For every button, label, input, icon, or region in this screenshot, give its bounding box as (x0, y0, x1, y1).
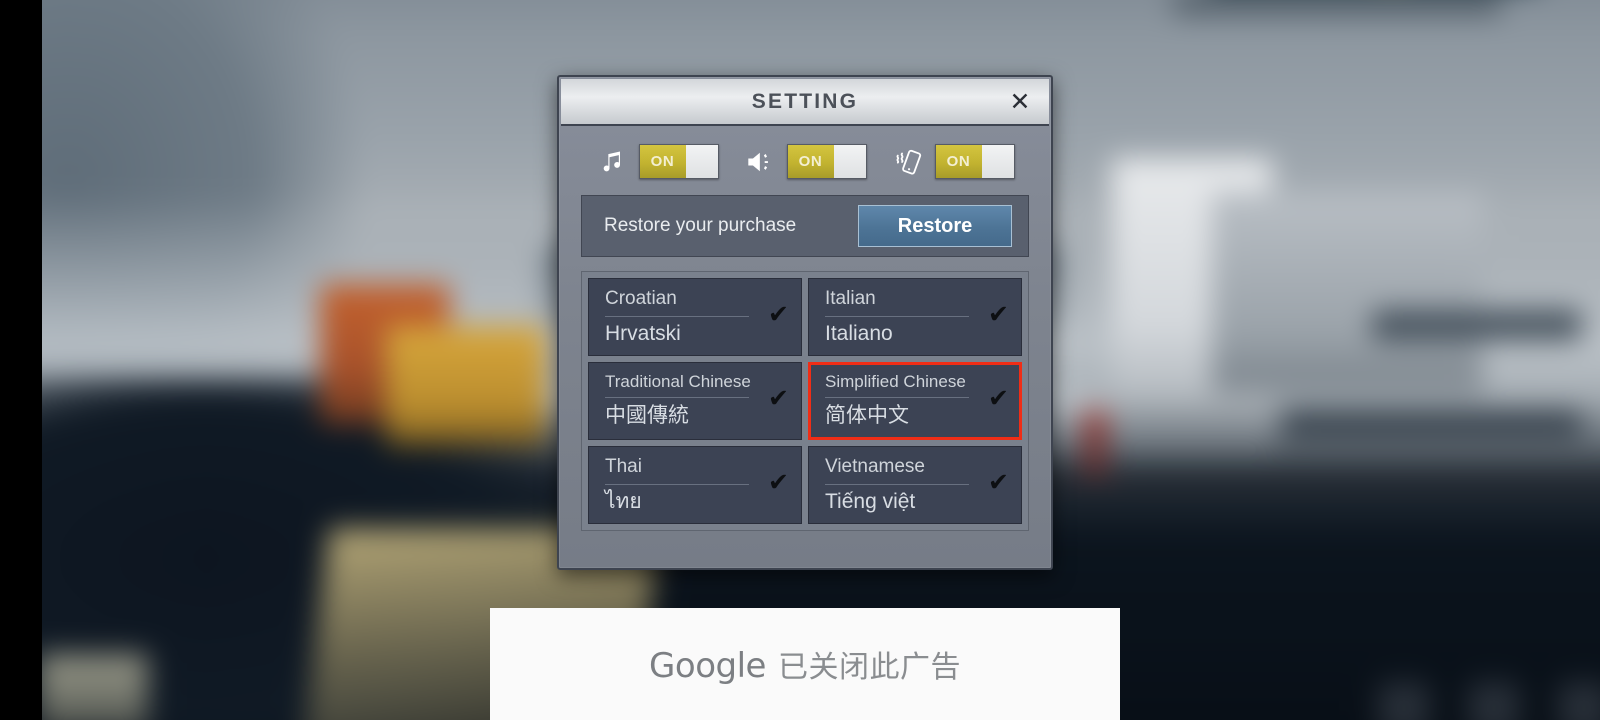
language-option-simplified-chinese[interactable]: Simplified Chinese 简体中文 ✔ (808, 362, 1022, 440)
language-english-name: Thai (605, 453, 749, 485)
language-english-name: Simplified Chinese (825, 369, 969, 398)
language-english-name: Italian (825, 285, 969, 317)
language-english-name: Traditional Chinese (605, 369, 751, 398)
check-icon: ✔ (988, 383, 1009, 413)
vibration-switch-knob[interactable] (981, 145, 1014, 178)
hud-button-1 (1378, 682, 1430, 720)
check-icon: ✔ (768, 299, 789, 329)
game-minimap (42, 654, 148, 720)
toggle-row: ON ON ON (559, 126, 1051, 191)
screen-root: SETTING ✕ ON ON ON Restore your purchase… (0, 0, 1600, 720)
google-logo-text: Google (649, 646, 766, 686)
language-native-name: Italiano (825, 321, 893, 345)
background-yellow-object (386, 326, 546, 447)
language-english-name: Croatian (605, 285, 749, 317)
language-english-name: Vietnamese (825, 453, 969, 485)
music-switch-knob[interactable] (685, 145, 718, 178)
hud-button-2 (1468, 682, 1520, 720)
music-switch-state: ON (639, 145, 686, 178)
sound-switch-knob[interactable] (833, 145, 866, 178)
sound-switch[interactable]: ON (786, 144, 867, 179)
restore-button[interactable]: Restore (858, 205, 1012, 247)
background-building-grey (1212, 192, 1482, 392)
google-ad-banner[interactable]: Google 已关闭此广告 (490, 608, 1120, 720)
background-strip-2 (1372, 309, 1582, 340)
language-native-name: ไทย (605, 489, 642, 513)
music-switch[interactable]: ON (638, 144, 719, 179)
ad-message-row: Google 已关闭此广告 (649, 642, 961, 686)
language-native-name: 中國傳統 (605, 402, 689, 427)
language-grid: Croatian Hrvatski ✔ Italian Italiano ✔ T… (581, 271, 1029, 531)
language-option-vietnamese[interactable]: Vietnamese Tiếng việt ✔ (808, 446, 1022, 524)
check-icon: ✔ (768, 383, 789, 413)
vibration-phone-icon (892, 145, 926, 179)
background-strip-1 (1172, 0, 1502, 17)
language-option-croatian[interactable]: Croatian Hrvatski ✔ (588, 278, 802, 356)
restore-purchase-label: Restore your purchase (604, 215, 797, 236)
check-icon: ✔ (988, 299, 1009, 329)
dialog-title-bar: SETTING ✕ (561, 79, 1049, 126)
language-native-name: Hrvatski (605, 321, 681, 345)
music-toggle-group[interactable]: ON (596, 144, 719, 179)
speaker-volume-icon (744, 145, 778, 179)
language-native-name: Tiếng việt (825, 489, 916, 513)
language-option-italian[interactable]: Italian Italiano ✔ (808, 278, 1022, 356)
vibration-switch[interactable]: ON (934, 144, 1015, 179)
sound-switch-state: ON (787, 145, 834, 178)
page-title: SETTING (751, 89, 859, 113)
sound-toggle-group[interactable]: ON (744, 144, 867, 179)
language-option-traditional-chinese[interactable]: Traditional Chinese 中國傳統 ✔ (588, 362, 802, 440)
left-letterbox-bar (0, 0, 42, 720)
language-native-name: 简体中文 (825, 402, 909, 427)
close-icon[interactable]: ✕ (1005, 87, 1035, 117)
check-icon: ✔ (768, 467, 789, 497)
vibration-switch-state: ON (935, 145, 982, 178)
music-note-icon (596, 145, 630, 179)
setting-dialog: SETTING ✕ ON ON ON Restore your purchase… (557, 75, 1053, 570)
hud-button-3 (1558, 682, 1600, 720)
check-icon: ✔ (988, 467, 1009, 497)
ad-closed-message: 已关闭此广告 (777, 651, 961, 684)
restore-purchase-row: Restore your purchase Restore (581, 195, 1029, 257)
language-option-thai[interactable]: Thai ไทย ✔ (588, 446, 802, 524)
vibration-toggle-group[interactable]: ON (892, 144, 1015, 179)
